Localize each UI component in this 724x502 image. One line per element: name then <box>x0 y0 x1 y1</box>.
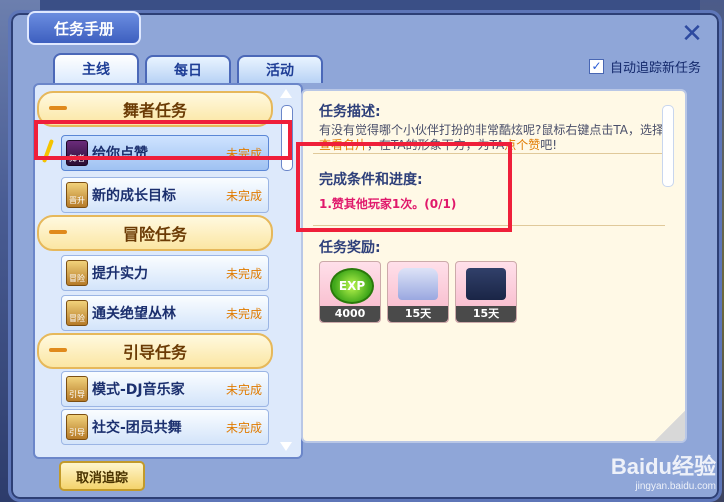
category-guide[interactable]: 引导任务 <box>37 333 273 369</box>
cancel-tracking-button[interactable]: 取消追踪 <box>59 461 145 491</box>
tab-bar: 主线 每日 活动 <box>53 53 323 83</box>
desc-text: 吧! <box>540 138 558 152</box>
auto-track-option[interactable]: ✓ 自动追踪新任务 <box>588 57 701 76</box>
task-status: 未完成 <box>225 188 262 203</box>
task-manual-window: 任务手册 ✕ 主线 每日 活动 ✓ 自动追踪新任务 舞者任务 舞者 给你点赞 未… <box>8 10 722 502</box>
window-title: 任务手册 <box>27 11 141 45</box>
description-title: 任务描述: <box>319 104 381 120</box>
page-curl-decoration <box>655 411 685 441</box>
reward-qty: 15天 <box>456 306 516 322</box>
task-status: 未完成 <box>225 420 262 435</box>
scroll-up-icon[interactable] <box>280 89 292 98</box>
category-title: 引导任务 <box>122 343 187 362</box>
detail-scrollbar[interactable] <box>661 97 675 397</box>
guide-badge-icon: 引导 <box>66 376 88 402</box>
adventure-badge-icon: 冒险 <box>66 300 88 326</box>
task-label: 新的成长目标 <box>92 188 176 204</box>
tab-daily[interactable]: 每日 <box>145 55 231 83</box>
highlight-box-conditions <box>296 142 512 232</box>
auto-track-checkbox[interactable]: ✓ <box>588 59 604 74</box>
close-icon[interactable]: ✕ <box>679 21 705 47</box>
adventure-badge-icon: 冒险 <box>66 260 88 286</box>
reward-shirt[interactable]: 15天 <box>387 261 449 323</box>
collapse-icon <box>49 106 67 110</box>
reward-qty: 15天 <box>388 306 448 322</box>
tab-main[interactable]: 主线 <box>53 53 139 83</box>
reward-shorts[interactable]: 15天 <box>455 261 517 323</box>
task-status: 未完成 <box>225 266 262 281</box>
category-adventure[interactable]: 冒险任务 <box>37 215 273 251</box>
scroll-down-icon[interactable] <box>280 442 292 451</box>
task-item-dj-mode[interactable]: 引导 模式-DJ音乐家 未完成 <box>61 371 269 407</box>
promotion-badge-icon: 晋升 <box>66 182 88 208</box>
task-item-improve-strength[interactable]: 冒险 提升实力 未完成 <box>61 255 269 291</box>
task-label: 模式-DJ音乐家 <box>92 382 185 398</box>
shorts-icon <box>466 268 506 300</box>
task-label: 提升实力 <box>92 266 148 282</box>
task-item-group-dance[interactable]: 引导 社交-团员共舞 未完成 <box>61 409 269 445</box>
exp-icon: EXP <box>330 268 374 304</box>
task-item-new-growth-goal[interactable]: 晋升 新的成长目标 未完成 <box>61 177 269 213</box>
rewards-title: 任务奖励: <box>319 240 381 256</box>
task-label: 社交-团员共舞 <box>92 420 182 436</box>
category-title: 舞者任务 <box>122 101 187 120</box>
task-label: 通关绝望丛林 <box>92 306 176 322</box>
guide-badge-icon: 引导 <box>66 414 88 440</box>
task-item-clear-jungle[interactable]: 冒险 通关绝望丛林 未完成 <box>61 295 269 331</box>
task-status: 未完成 <box>225 382 262 397</box>
task-status: 未完成 <box>225 306 262 321</box>
auto-track-label: 自动追踪新任务 <box>609 61 701 76</box>
tab-event[interactable]: 活动 <box>237 55 323 83</box>
shirt-icon <box>398 268 438 300</box>
scroll-thumb[interactable] <box>662 105 674 187</box>
reward-exp[interactable]: EXP 4000 <box>319 261 381 323</box>
watermark-url: jingyan.baidu.com <box>635 481 716 492</box>
baidu-logo: Baidu经验 <box>610 454 716 479</box>
baidu-watermark: Baidu经验 jingyan.baidu.com <box>611 449 716 492</box>
collapse-icon <box>49 230 67 234</box>
highlight-box-selected-task <box>34 120 292 160</box>
category-title: 冒险任务 <box>122 225 187 244</box>
collapse-icon <box>49 348 67 352</box>
reward-qty: 4000 <box>320 306 380 322</box>
desc-text: 有没有觉得哪个小伙伴打扮的非常酷炫呢?鼠标右键点击TA，选择 <box>319 123 664 137</box>
